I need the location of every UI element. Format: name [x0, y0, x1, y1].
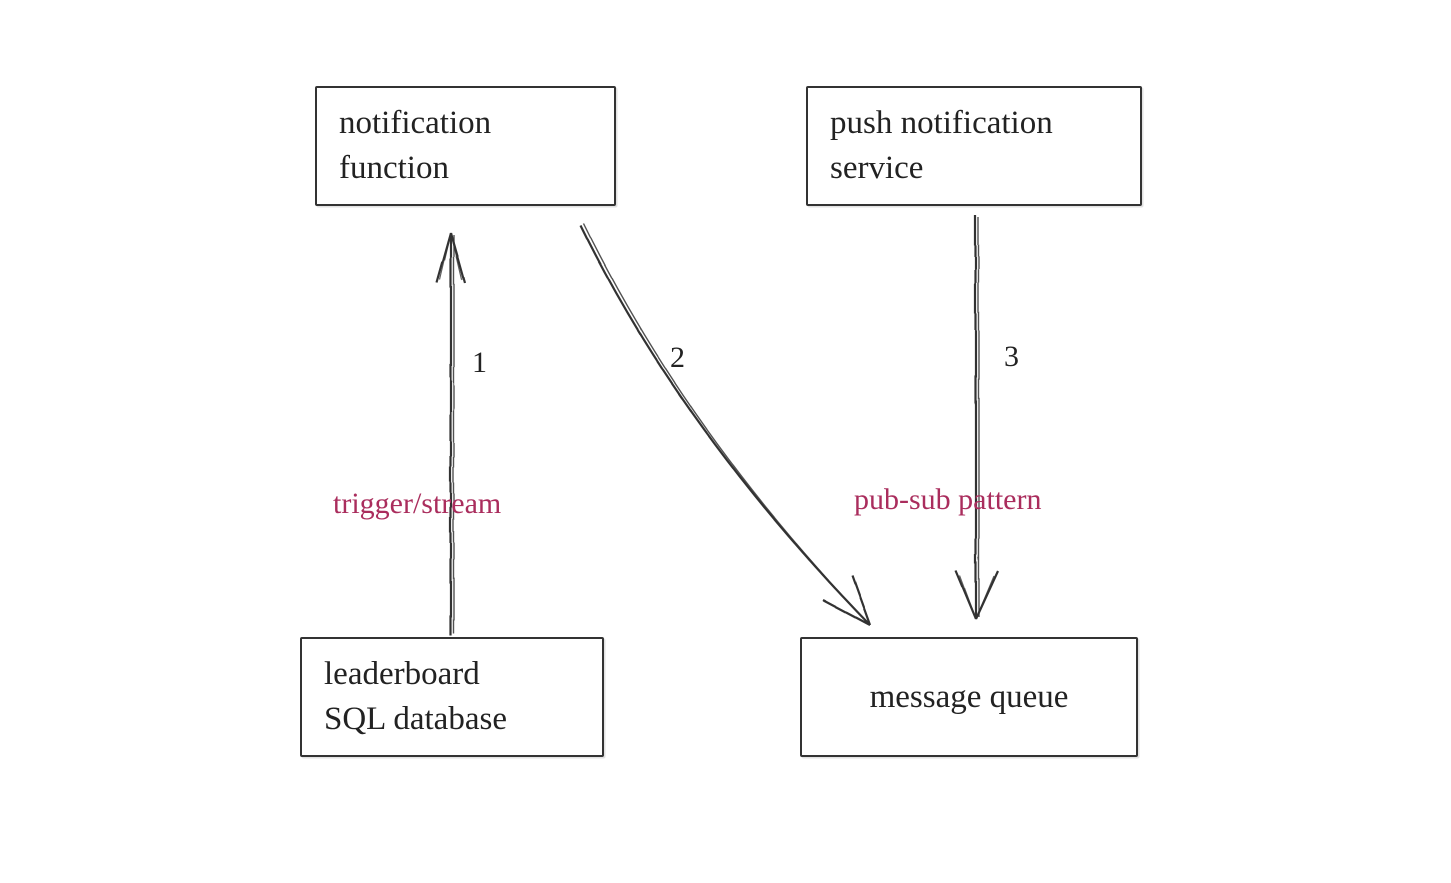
node-leaderboard-db: leaderboard SQL database [300, 637, 604, 757]
edge-label-2: 2 [670, 341, 685, 375]
node-text: SQL database [324, 701, 507, 737]
edge-3 [955, 215, 997, 618]
annotation-trigger-stream: trigger/stream [333, 487, 501, 521]
edges-layer [0, 0, 1451, 883]
node-message-queue: message queue [800, 637, 1138, 757]
edge-2 [580, 223, 870, 625]
node-notification-function: notification function [315, 86, 616, 206]
annotation-pubsub: pub-sub pattern [854, 483, 1041, 517]
edge-label-3: 3 [1004, 340, 1019, 374]
node-text: message queue [870, 675, 1069, 720]
node-push-notification-service: push notification service [806, 86, 1142, 206]
node-text: service [830, 150, 923, 186]
edge-1 [436, 232, 464, 635]
node-text: notification [339, 105, 491, 141]
node-text: leaderboard [324, 656, 480, 692]
edge-label-1: 1 [472, 346, 487, 380]
node-text: function [339, 150, 449, 186]
node-text: push notification [830, 105, 1053, 141]
